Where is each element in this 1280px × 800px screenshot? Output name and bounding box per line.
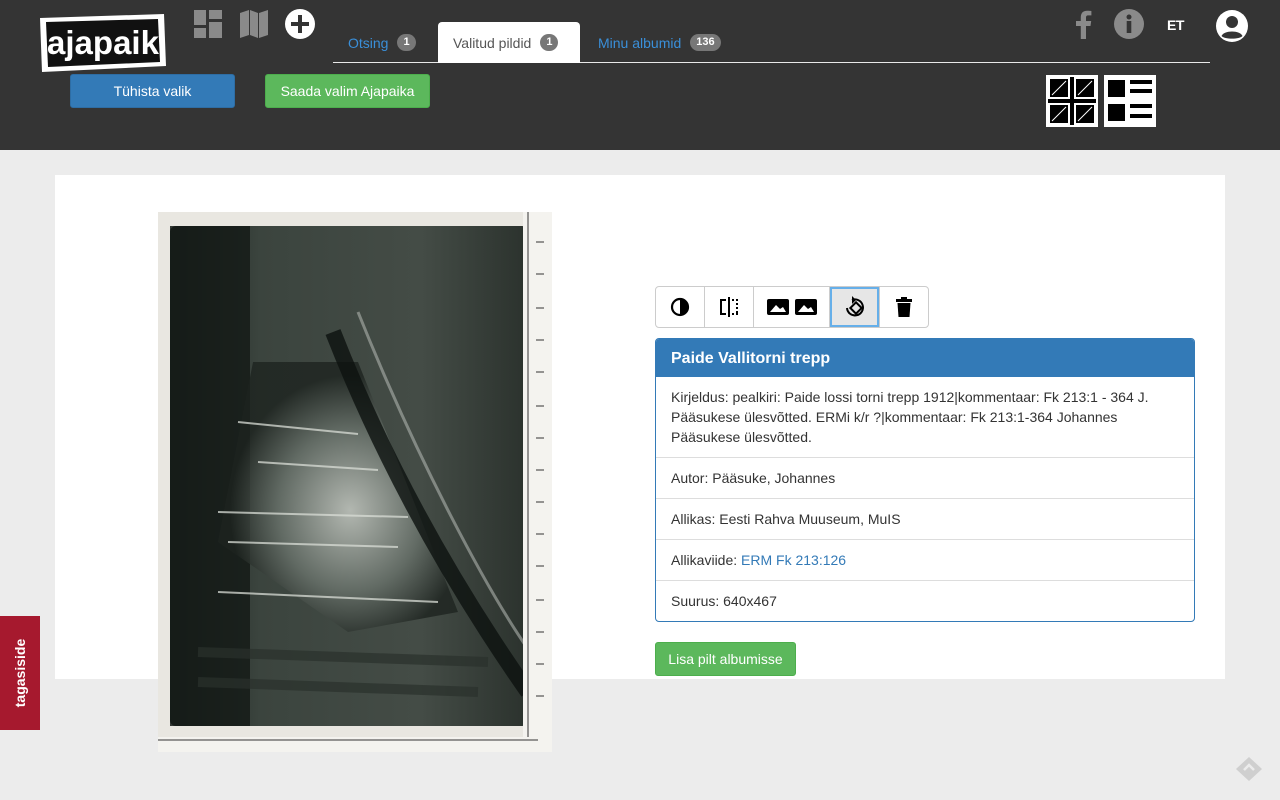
tab-selected-photos-label: Valitud pildid <box>453 34 532 51</box>
photo-source: Allikas: Eesti Rahva Muuseum, MuIS <box>656 499 1194 540</box>
delete-icon[interactable] <box>880 287 928 327</box>
info-icon[interactable] <box>1114 9 1144 44</box>
photo-source-reference: Allikaviide: ERM Fk 213:126 <box>656 540 1194 581</box>
tab-my-albums-label: Minu albumid <box>598 34 682 51</box>
flip-icon[interactable] <box>705 287 754 327</box>
send-selection-button[interactable]: Saada valim Ajapaika <box>265 74 430 108</box>
clear-selection-button[interactable]: Tühista valik <box>70 74 235 108</box>
photo-info-card: Paide Vallitorni trepp Kirjeldus: pealki… <box>655 338 1195 622</box>
ajapaik-logo[interactable]: ajapaik <box>36 12 168 74</box>
tab-selected-photos[interactable]: Valitud pildid 1 <box>438 22 580 63</box>
source-reference-link[interactable]: ERM Fk 213:126 <box>741 552 846 568</box>
feedback-label: tagasiside <box>12 638 29 708</box>
back-to-top-icon[interactable] <box>1236 757 1262 786</box>
grid-view-icon[interactable] <box>1046 75 1098 127</box>
user-account-icon[interactable] <box>1216 10 1248 47</box>
photo-title: Paide Vallitorni trepp <box>656 339 1194 377</box>
source-reference-label: Allikaviide: <box>671 552 738 568</box>
feedback-tab[interactable]: tagasiside <box>0 616 40 730</box>
tab-search[interactable]: Otsing 1 <box>333 22 431 63</box>
tab-search-count: 1 <box>397 34 416 51</box>
contrast-icon[interactable] <box>656 287 705 327</box>
rotate-icon[interactable] <box>830 287 880 327</box>
dashboard-icon[interactable] <box>194 10 222 43</box>
facebook-icon[interactable] <box>1073 9 1093 44</box>
top-header: ajapaik Otsing 1 Valitud pildid 1 Minu a… <box>0 0 1280 150</box>
logo-text: ajapaik <box>47 24 160 61</box>
photo-size: Suurus: 640x467 <box>671 593 777 609</box>
map-icon[interactable] <box>240 10 268 43</box>
photo-description: Kirjeldus: pealkiri: Paide lossi torni t… <box>656 377 1194 458</box>
list-view-icon[interactable] <box>1104 75 1156 127</box>
photo-author: Autor: Pääsuke, Johannes <box>656 458 1194 499</box>
tab-my-albums-count: 136 <box>690 34 721 51</box>
add-to-album-button[interactable]: Lisa pilt albumisse <box>655 642 796 676</box>
language-selector[interactable]: ET <box>1167 17 1184 33</box>
photo-toolbar <box>655 286 929 328</box>
add-circle-icon[interactable] <box>285 9 315 44</box>
tab-selected-photos-count: 1 <box>540 34 559 51</box>
compare-images-icon[interactable] <box>754 287 830 327</box>
tab-my-albums[interactable]: Minu albumid 136 <box>583 22 736 63</box>
tab-search-label: Otsing <box>348 34 389 51</box>
historic-photo[interactable] <box>158 212 552 752</box>
